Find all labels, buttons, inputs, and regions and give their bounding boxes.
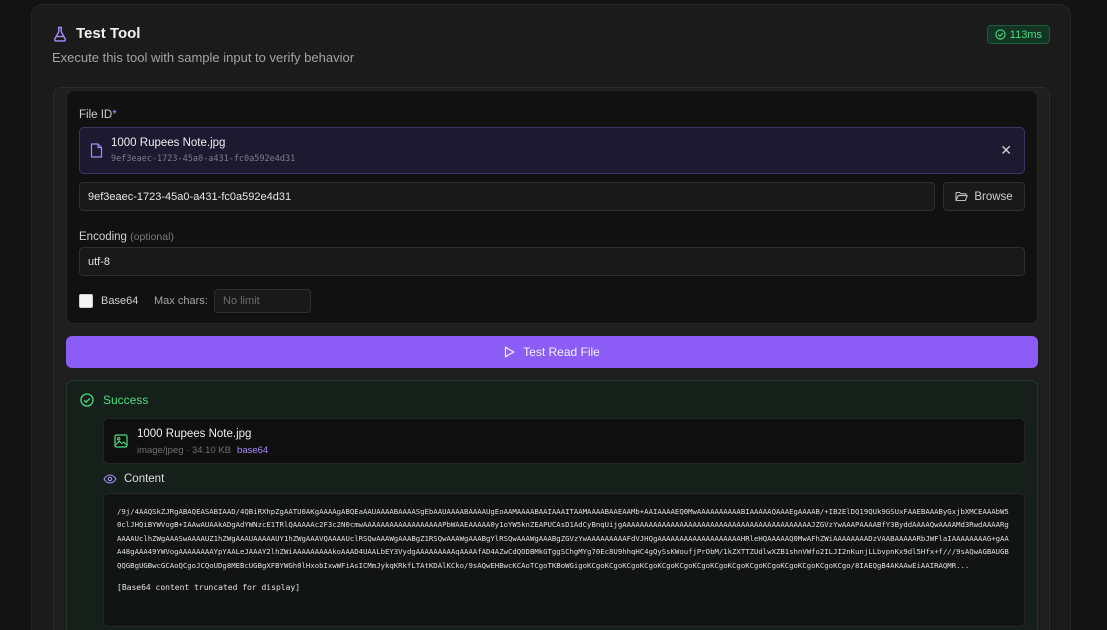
file-icon <box>90 143 103 158</box>
result-file-name: 1000 Rupees Note.jpg <box>137 428 252 440</box>
browse-label: Browse <box>974 190 1013 203</box>
close-icon[interactable]: ✕ <box>1000 142 1012 158</box>
flask-icon <box>53 26 67 42</box>
result-file-mime: image/jpeg <box>137 445 184 456</box>
result-panel: Success 1000 Rupees Note.jpg image/jpeg … <box>66 380 1038 630</box>
truncated-note: [Base64 content truncated for display] <box>117 583 301 593</box>
content-header: Content <box>103 473 164 485</box>
base64-checkbox[interactable] <box>79 294 93 308</box>
input-form: File ID* 1000 Rupees Note.jpg 9ef3eaec-1… <box>66 90 1038 324</box>
content-text: /9j/4AAQSkZJRgABAQEASABIAAD/4QBiRXhpZgAA… <box>117 507 1009 570</box>
eye-icon <box>103 474 117 484</box>
result-file-size: 34.10 KB <box>191 445 232 456</box>
test-tool-panel: Test Tool Execute this tool with sample … <box>31 4 1071 630</box>
browse-button[interactable]: Browse <box>943 182 1025 211</box>
encoding-badge: base64 <box>237 445 269 456</box>
test-read-file-button[interactable]: Test Read File <box>66 336 1038 368</box>
selected-file-id: 9ef3eaec-1723-45a0-a431-fc0a592e4d31 <box>111 154 296 164</box>
image-icon <box>114 434 128 448</box>
page-title: Test Tool <box>76 25 141 42</box>
encoding-label: Encoding (optional) <box>79 231 174 243</box>
base64-label: Base64 <box>101 295 139 307</box>
max-chars-label: Max chars: <box>154 295 208 307</box>
result-file-meta: image/jpeg · 34.10 KB base64 <box>137 445 269 456</box>
file-id-label: File ID* <box>79 109 117 121</box>
file-id-input[interactable]: 9ef3eaec-1723-45a0-a431-fc0a592e4d31 <box>79 182 935 211</box>
panel-header: Test Tool <box>52 25 140 42</box>
result-status: Success <box>80 393 148 407</box>
check-circle-icon <box>80 393 94 407</box>
result-file-card: 1000 Rupees Note.jpg image/jpeg · 34.10 … <box>103 418 1025 464</box>
test-area: File ID* 1000 Rupees Note.jpg 9ef3eaec-1… <box>53 87 1050 630</box>
content-output: /9j/4AAQSkZJRgABAQEASABIAAD/4QBiRXhpZgAA… <box>103 493 1025 627</box>
selected-file-name: 1000 Rupees Note.jpg <box>111 137 226 149</box>
selected-file-chip[interactable]: 1000 Rupees Note.jpg 9ef3eaec-1723-45a0-… <box>79 127 1025 174</box>
required-marker: * <box>112 109 117 121</box>
timing-value: 113ms <box>1009 28 1042 41</box>
page-subtitle: Execute this tool with sample input to v… <box>52 50 355 65</box>
content-label: Content <box>124 473 165 485</box>
timing-badge: 113ms <box>986 25 1050 44</box>
folder-open-icon <box>955 191 969 202</box>
check-circle-icon <box>995 29 1006 40</box>
status-text: Success <box>103 393 149 407</box>
play-icon <box>505 346 515 358</box>
encoding-input[interactable]: utf-8 <box>79 247 1025 276</box>
run-button-label: Test Read File <box>523 345 600 359</box>
max-chars-input[interactable]: No limit <box>214 289 311 313</box>
optional-hint: (optional) <box>130 231 174 243</box>
